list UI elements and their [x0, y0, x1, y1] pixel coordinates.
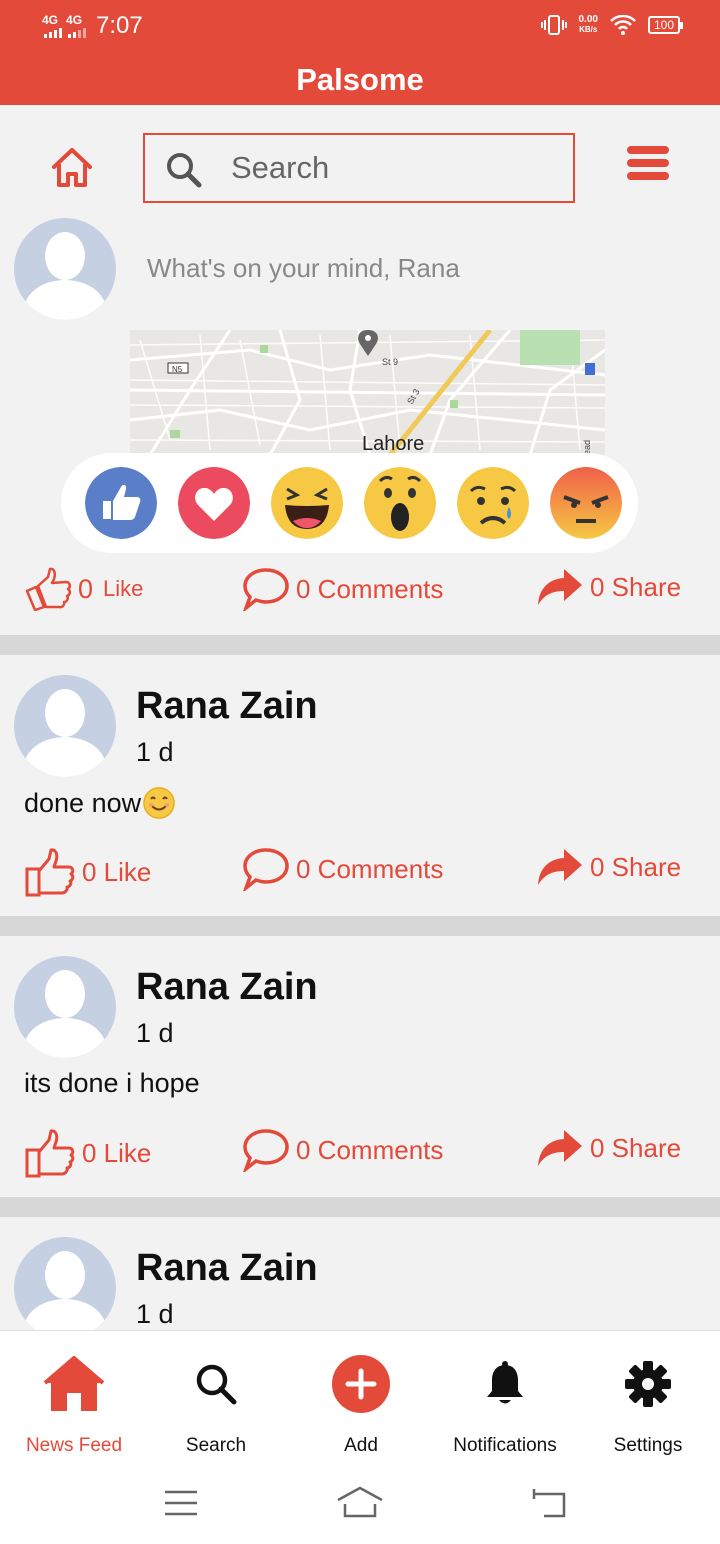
like-label: 0 Like — [82, 856, 152, 887]
app-title: Palsome — [296, 62, 424, 97]
post-time: 1 d — [136, 1299, 174, 1329]
like-count: 0 — [78, 573, 94, 604]
map-road-label: St 9 — [382, 357, 398, 367]
wow-icon[interactable] — [364, 467, 436, 539]
status-bar: 4G 4G 7:07 0.00 KB/s 100 — [0, 0, 720, 58]
post-card: Rana Zain 1 d done now 0 Like 0 Comments… — [0, 655, 720, 916]
like-label: Like — [103, 576, 144, 601]
tab-label: Search — [185, 1435, 247, 1456]
comment-icon — [243, 848, 289, 891]
tab-label: News Feed — [25, 1435, 123, 1456]
top-nav — [0, 105, 720, 215]
back-icon[interactable] — [530, 1488, 568, 1518]
tab-notifications[interactable]: Notifications — [433, 1349, 577, 1457]
sad-icon[interactable] — [457, 467, 529, 539]
post-actions: 0 Like 0 Comments 0 Share — [0, 1128, 720, 1178]
map-preview[interactable]: N5 St 9 St 3 ead Lahore — [130, 330, 605, 455]
thumbs-up-icon — [25, 848, 75, 897]
share-button[interactable]: 0 Share — [536, 567, 681, 607]
tab-settings[interactable]: Settings — [576, 1349, 720, 1457]
tab-search[interactable]: Search — [144, 1349, 288, 1457]
home-icon[interactable] — [50, 145, 94, 189]
post-text: its done i hope — [24, 1068, 200, 1098]
signal-icon: 4G — [66, 14, 87, 38]
search-input[interactable] — [231, 145, 551, 191]
like-button[interactable]: 0 Like — [24, 567, 143, 611]
search-icon — [196, 1364, 237, 1405]
comments-label: 0 Comments — [296, 1134, 444, 1165]
thumbs-up-icon — [25, 1129, 75, 1178]
home-nav-icon[interactable] — [336, 1486, 384, 1518]
haha-icon[interactable] — [271, 467, 343, 539]
recent-apps-icon[interactable] — [164, 1490, 198, 1516]
like-button[interactable]: 0 Like — [24, 847, 151, 897]
menu-icon[interactable] — [627, 146, 669, 182]
comment-icon — [243, 568, 289, 611]
tab-label: Notifications — [453, 1435, 557, 1456]
signal-icon: 4G — [42, 14, 62, 38]
divider — [0, 1197, 720, 1217]
like-button[interactable]: 0 Like — [24, 1128, 151, 1178]
battery-icon: 100 — [647, 16, 684, 34]
author-avatar[interactable] — [14, 675, 116, 777]
like-icon[interactable] — [85, 467, 157, 539]
vibrate-icon — [540, 15, 567, 35]
comments-button[interactable]: 0 Comments — [242, 1128, 443, 1172]
comment-icon — [243, 1129, 289, 1172]
thumbs-up-icon — [25, 567, 72, 611]
post-card: Rana Zain 1 d its done i hope 0 Like 0 C… — [0, 936, 720, 1197]
add-icon — [332, 1355, 390, 1413]
share-label: 0 Share — [590, 1132, 682, 1163]
post-time: 1 d — [136, 1018, 174, 1048]
author-name[interactable]: Rana Zain — [136, 685, 318, 728]
love-icon[interactable] — [178, 467, 250, 539]
comments-button[interactable]: 0 Comments — [242, 567, 443, 611]
reaction-picker — [61, 453, 638, 553]
home-icon — [43, 1356, 105, 1411]
tab-add[interactable]: Add — [289, 1349, 433, 1457]
author-name[interactable]: Rana Zain — [136, 1247, 318, 1290]
share-label: 0 Share — [590, 851, 682, 882]
comments-label: 0 Comments — [296, 573, 444, 604]
share-icon — [538, 849, 582, 885]
divider — [0, 635, 720, 655]
author-avatar[interactable] — [14, 956, 116, 1058]
map-road-label: N5 — [172, 365, 183, 374]
post-actions: 0 Like 0 Comments 0 Share — [0, 847, 720, 897]
tab-label: Add — [344, 1435, 378, 1456]
composer: What's on your mind, Rana N5 St 9 St 3 e… — [0, 215, 720, 635]
smiling-face-icon — [143, 787, 176, 819]
like-label: 0 Like — [82, 1137, 152, 1168]
search-box[interactable] — [143, 133, 575, 203]
bell-icon — [487, 1361, 523, 1404]
map-image: N5 St 9 St 3 ead Lahore — [130, 330, 605, 455]
post-prompt[interactable]: What's on your mind, Rana — [147, 253, 460, 284]
share-icon — [538, 1130, 582, 1166]
gear-icon — [625, 1361, 671, 1407]
comments-label: 0 Comments — [296, 853, 444, 884]
network-speed: 0.00 KB/s — [578, 14, 598, 35]
avatar[interactable] — [14, 218, 116, 320]
comments-button[interactable]: 0 Comments — [242, 847, 443, 891]
post-text: done now — [24, 787, 176, 819]
map-city-label: Lahore — [362, 433, 424, 455]
post-card: Rana Zain 1 d — [0, 1217, 720, 1330]
system-nav — [0, 1470, 720, 1530]
tab-news-feed[interactable]: News Feed — [2, 1349, 146, 1457]
author-avatar[interactable] — [14, 1237, 116, 1330]
share-button[interactable]: 0 Share — [536, 847, 681, 887]
composer-actions: 0 Like 0 Comments 0 Share — [0, 567, 720, 617]
post-time: 1 d — [136, 737, 174, 767]
angry-icon[interactable] — [550, 467, 622, 539]
app-bar: Palsome — [0, 58, 720, 105]
tab-label: Settings — [613, 1435, 683, 1456]
author-name[interactable]: Rana Zain — [136, 966, 318, 1009]
wifi-icon — [610, 15, 636, 35]
share-button[interactable]: 0 Share — [536, 1128, 681, 1168]
clock: 7:07 — [96, 12, 143, 39]
share-label: 0 Share — [590, 571, 682, 602]
divider — [0, 916, 720, 936]
search-icon — [167, 153, 202, 188]
share-icon — [538, 569, 582, 605]
